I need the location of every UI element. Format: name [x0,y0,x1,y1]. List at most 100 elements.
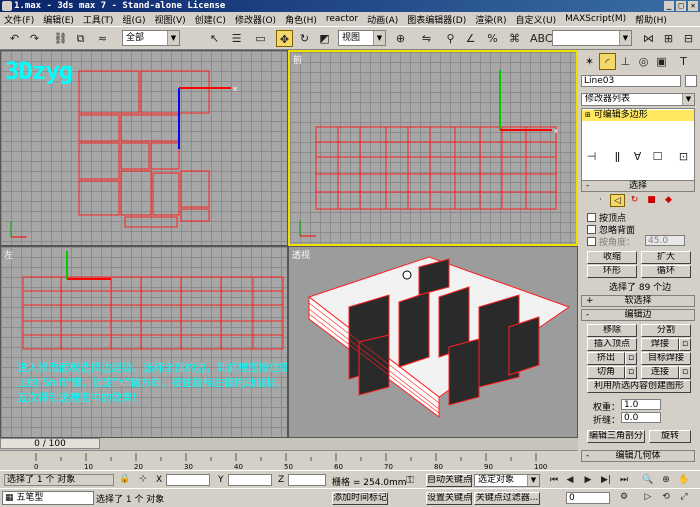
target-weld-button[interactable]: 目标焊接 [641,352,691,365]
prev-frame-icon[interactable]: ◀ [562,473,578,487]
top-viewport[interactable]: x 3Dzyg [0,50,288,246]
weight-spinner[interactable]: 1.0 [621,399,661,410]
next-frame-icon[interactable]: ▶| [598,473,614,487]
show-end-result-icon[interactable]: ǁ [609,148,626,165]
menu-item[interactable]: 编辑(E) [43,13,74,26]
track-bar[interactable]: 0 10 20 30 40 50 60 70 80 90 100 [0,450,578,471]
expand-icon[interactable]: ⊞ [585,111,591,119]
create-shape-button[interactable]: 利用所选内容创建图形 [587,380,691,393]
play-icon[interactable]: ▶ [580,473,596,487]
connect-button[interactable]: 连接 [641,366,679,379]
select-rotate-icon[interactable]: ↻ [296,30,313,47]
soft-selection-rollout-header[interactable]: + 软选择 [581,295,695,307]
bind-space-warp-icon[interactable]: ≈ [94,30,111,47]
absolute-mode-icon[interactable]: ⊹ [136,472,150,486]
weld-button[interactable]: 焊接 [641,338,679,351]
menu-item[interactable]: 修改器(O) [235,13,276,26]
y-coord-field[interactable] [228,474,272,486]
select-object-icon[interactable]: ↖ [206,30,223,47]
edge-level-icon[interactable]: ◁ [610,194,625,207]
object-color-swatch[interactable] [685,75,697,87]
x-coord-field[interactable] [166,474,210,486]
vertex-level-icon[interactable]: ⋅ [593,194,608,207]
mirror-tool-icon[interactable]: ⋈ [640,30,657,47]
configure-sets-icon[interactable]: ⊡ [675,148,692,165]
link-icon[interactable]: ⛓ [52,30,69,47]
edit-triangulation-button[interactable]: 编辑三角剖分 [587,430,645,443]
extrude-settings-button[interactable]: ▫ [625,352,637,365]
menu-item[interactable]: 动画(A) [367,13,398,26]
menu-item[interactable]: 创建(C) [195,13,226,26]
selected-set-combo[interactable]: 选定对象 ▼ [474,474,540,487]
time-config-icon[interactable]: ⚙ [616,490,632,504]
pan-icon[interactable]: ✋ [676,473,692,487]
menu-item[interactable]: 视图(V) [154,13,185,26]
by-angle-checkbox[interactable]: 按角度： [587,235,635,248]
create-tab-icon[interactable]: ✶ [581,53,598,70]
menu-item[interactable]: 渲染(R) [475,13,506,26]
weld-settings-button[interactable]: ▫ [679,338,691,351]
pivot-center-icon[interactable]: ⊕ [392,30,409,47]
redo-icon[interactable]: ↷ [26,30,43,47]
angle-snap-icon[interactable]: ∠ [462,30,479,47]
motion-tab-icon[interactable]: ◎ [635,53,652,70]
named-selection-icon[interactable]: ABC [530,30,553,47]
key-filters-button[interactable]: 关键点过滤器... [474,492,540,505]
key-icon[interactable]: ⚿ [400,474,420,488]
selection-filter-combo[interactable]: 全部 ▼ [122,30,180,46]
utilities-tab-icon[interactable]: T [675,53,692,70]
maximize-icon[interactable]: □ [676,1,686,11]
chamfer-button[interactable]: 切角 [587,366,625,379]
percent-snap-icon[interactable]: % [484,30,501,47]
polygon-level-icon[interactable]: ■ [644,194,659,207]
time-slider[interactable]: 0 / 100 [0,438,578,450]
turn-button[interactable]: 旋转 [649,430,691,443]
edit-geometry-rollout-header[interactable]: - 编辑几何体 [581,450,695,462]
mirror-icon[interactable]: ⇋ [418,30,435,47]
menu-item[interactable]: 图表编辑器(D) [407,13,466,26]
fov-icon[interactable]: ▷ [640,490,656,504]
select-by-name-icon[interactable]: ☰ [228,30,245,47]
layer-manager-icon[interactable]: ⊟ [680,30,697,47]
menu-item[interactable]: 工具(T) [83,13,114,26]
goto-start-icon[interactable]: ⏮ [546,473,562,487]
insert-vertex-button[interactable]: 插入顶点 [587,338,637,351]
select-move-icon[interactable]: ✥ [276,30,293,47]
pin-stack-icon[interactable]: ⊣ [583,148,600,165]
named-selection-combo[interactable]: ▼ [552,30,632,46]
ring-button[interactable]: 环形 [587,265,637,278]
selection-rollout-header[interactable]: - 选择 [581,180,695,192]
rect-selection-icon[interactable]: ▭ [252,30,269,47]
connect-settings-button[interactable]: ▫ [679,366,691,379]
auto-key-button[interactable]: 自动关键点 [426,474,472,487]
menu-item[interactable]: 角色(H) [285,13,317,26]
modifier-list-combo[interactable]: 修改器列表 ▼ [581,93,695,106]
remove-modifier-icon[interactable]: ☐ [649,148,666,165]
stack-item[interactable]: ⊞ 可编辑多边形 [582,110,694,121]
menu-item[interactable]: 帮助(H) [635,13,667,26]
unlink-icon[interactable]: ⧉ [72,30,89,47]
zoom-icon[interactable]: 🔍 [640,473,656,487]
orbit-icon[interactable]: ⟲ [658,490,674,504]
select-scale-icon[interactable]: ◩ [316,30,333,47]
loop-button[interactable]: 循环 [641,265,691,278]
crease-spinner[interactable]: 0.0 [621,412,661,423]
menu-item[interactable]: 自定义(U) [516,13,557,26]
split-button[interactable]: 分割 [641,324,691,337]
make-unique-icon[interactable]: ∀ [629,148,646,165]
menu-item[interactable]: 组(G) [122,13,145,26]
element-level-icon[interactable]: ◆ [661,194,676,207]
extrude-button[interactable]: 挤出 [587,352,625,365]
shrink-button[interactable]: 收缩 [587,251,637,264]
menu-item[interactable]: MAXScript(M) [565,14,626,24]
grow-button[interactable]: 扩大 [641,251,691,264]
lock-icon[interactable]: 🔒 [118,472,132,486]
perspective-viewport[interactable]: 透视 [288,246,578,438]
spinner-snap-icon[interactable]: ⌘ [506,30,523,47]
align-icon[interactable]: ⊞ [660,30,677,47]
menu-item[interactable]: reactor [326,14,358,24]
remove-button[interactable]: 移除 [587,324,637,337]
edit-edges-rollout-header[interactable]: - 编辑边 [581,309,695,321]
modify-tab-icon[interactable]: ◜ [599,53,616,70]
angle-spinner[interactable]: 45.0 [645,235,685,246]
